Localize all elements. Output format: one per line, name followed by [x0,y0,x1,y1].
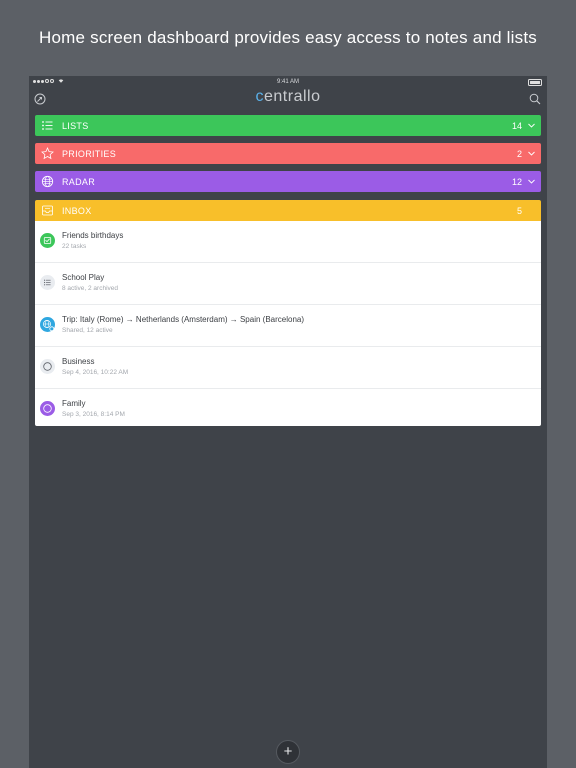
app-logo: centrallo [29,88,547,106]
nav-bar: centrallo [29,88,547,110]
status-time: 9:41 AM [276,79,299,85]
list-item-subtitle: 8 active, 2 archived [62,285,119,292]
category-radar-label: RADAR [62,177,96,187]
list-item-title: Family [62,399,86,408]
category-priorities-count: 2 [516,149,522,159]
shared-globe-icon [40,317,55,332]
add-button[interactable]: + [276,740,300,764]
list-item-title: Business [62,357,95,366]
chevron-down-icon [528,151,535,156]
category-inbox-count: 5 [516,206,522,216]
list-item-title: School Play [62,273,105,282]
check-note-icon [40,233,55,248]
category-lists-count: 14 [511,121,522,131]
logo-text: entrallo [264,88,321,105]
inbox-icon [42,205,53,216]
category-lists-label: LISTS [62,121,89,131]
list-item-subtitle: Sep 4, 2016, 10:22 AM [62,369,129,376]
category-radar[interactable]: RADAR 12 [35,171,541,192]
list-icon [40,275,55,290]
category-radar-count: 12 [511,177,522,187]
status-bar: 9:41 AM [29,76,547,88]
star-icon [41,147,54,160]
list-item[interactable]: Trip: Italy (Rome) → Netherlands (Amster… [35,305,541,347]
list-item-subtitle: Sep 3, 2016, 8:14 PM [62,411,125,418]
list-item-title: Friends birthdays [62,231,124,240]
list-item[interactable]: Family Sep 3, 2016, 8:14 PM [35,389,541,426]
list-item[interactable]: Friends birthdays 22 tasks [35,221,541,263]
chevron-down-icon [528,123,535,128]
circle-icon [40,359,55,374]
category-priorities-label: PRIORITIES [62,149,117,159]
list-item-title: Trip: Italy (Rome) → Netherlands (Amster… [62,315,304,324]
battery-icon [528,79,542,86]
list-item-subtitle: Shared, 12 active [62,327,113,334]
list-icon [42,121,53,130]
chevron-down-icon [528,179,535,184]
device-screen: 9:41 AM centrallo LISTS 14 PRIORITIES 2 … [29,76,547,768]
inbox-list: Friends birthdays 22 tasks School Play 8… [35,221,541,426]
category-inbox[interactable]: INBOX 5 [35,200,541,221]
list-item[interactable]: School Play 8 active, 2 archived [35,263,541,305]
search-icon[interactable] [529,93,541,105]
list-item[interactable]: Business Sep 4, 2016, 10:22 AM [35,347,541,389]
category-inbox-label: INBOX [62,206,92,216]
marketing-headline: Home screen dashboard provides easy acce… [39,28,537,47]
circle-icon [40,401,55,416]
logo-prefix: c [255,88,264,105]
category-lists[interactable]: LISTS 14 [35,115,541,136]
list-item-subtitle: 22 tasks [62,243,87,250]
globe-icon [41,175,54,188]
category-priorities[interactable]: PRIORITIES 2 [35,143,541,164]
